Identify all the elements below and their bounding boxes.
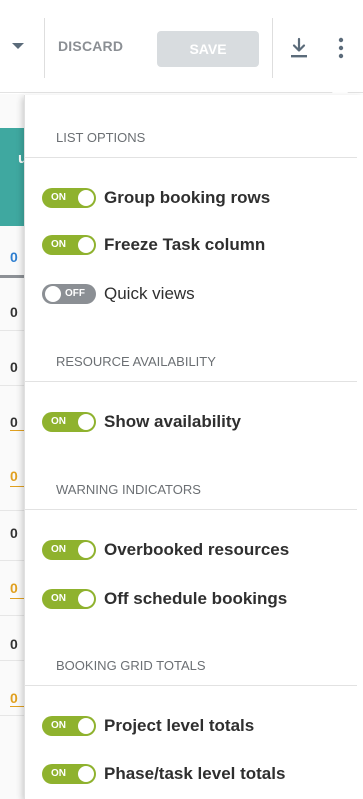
toggle-knob [78,766,94,782]
toggle-state-label: OFF [65,288,85,299]
toggle-knob [78,190,94,206]
grid-row-divider [0,385,24,386]
section-title-list-options: LIST OPTIONS [56,130,146,145]
option-label: Project level totals [104,716,255,735]
grid-row-divider [0,615,24,616]
kebab-vertical-icon[interactable] [331,36,351,60]
grid-row-divider [0,510,24,511]
section-title-resource-availability: RESOURCE AVAILABILITY [56,354,216,369]
chevron-down-icon[interactable] [12,43,24,49]
grid-cell-fragment: 0 [10,359,18,375]
dropdown-pointer [330,84,350,95]
download-icon[interactable] [288,36,310,60]
toolbar: DISCARD SAVE [0,0,363,93]
grid-value-underline [10,430,24,431]
toggle-state-label: ON [51,239,66,250]
toggle-switch[interactable]: ON [42,540,96,560]
toggle-knob [78,542,94,558]
option-overbooked-resources[interactable]: ON Overbooked resources [42,538,289,562]
grid-row-divider [0,275,24,278]
toggle-knob [78,718,94,734]
option-off-schedule-bookings[interactable]: ON Off schedule bookings [42,587,287,611]
option-project-level-totals[interactable]: ON Project level totals [42,714,254,738]
option-freeze-task-column[interactable]: ON Freeze Task column [42,233,265,257]
toggle-state-label: ON [51,416,66,427]
option-label: Group booking rows [104,188,271,207]
grid-value-underline [10,706,24,707]
section-divider [24,381,357,382]
toggle-switch[interactable]: OFF [42,284,96,304]
option-quick-views[interactable]: OFF Quick views [42,282,195,306]
grid-cell-fragment: 0 [10,468,18,484]
toggle-knob [78,591,94,607]
option-label: Freeze Task column [104,235,266,254]
section-title-warning-indicators: WARNING INDICATORS [56,482,201,497]
section-divider [24,685,357,686]
toggle-state-label: ON [51,593,66,604]
grid-row-divider [0,660,24,661]
grid-cell-fragment: 0 [10,249,18,265]
grid-cell-fragment: 0 [10,304,18,320]
toggle-switch[interactable]: ON [42,188,96,208]
option-label: Show availability [104,412,241,431]
grid-cell-fragment: 0 [10,580,18,596]
section-divider [24,509,357,510]
grid-value-underline [10,598,24,599]
grid-header-cell [0,128,24,226]
toggle-state-label: ON [51,720,66,731]
grid-value-underline [10,486,24,487]
toolbar-divider [272,18,273,78]
grid-cell-fragment: 0 [10,414,18,430]
save-button[interactable]: SAVE [157,31,259,67]
toolbar-divider [44,18,45,78]
toggle-knob [78,414,94,430]
option-group-booking-rows[interactable]: ON Group booking rows [42,186,270,210]
grid-cell-fragment: 0 [10,525,18,541]
toggle-switch[interactable]: ON [42,764,96,784]
option-phase-task-level-totals[interactable]: ON Phase/task level totals [42,762,285,786]
toggle-state-label: ON [51,192,66,203]
toggle-switch[interactable]: ON [42,589,96,609]
option-label: Phase/task level totals [104,764,286,783]
toggle-knob [45,286,61,302]
toggle-state-label: ON [51,768,66,779]
option-label: Off schedule bookings [104,589,288,608]
grid-row-divider [0,560,24,561]
toggle-knob [78,237,94,253]
grid-cell-fragment: 0 [10,690,18,706]
toggle-switch[interactable]: ON [42,412,96,432]
grid-row-divider [0,715,24,716]
section-divider [24,157,357,158]
toggle-switch[interactable]: ON [42,235,96,255]
discard-button[interactable]: DISCARD [58,38,123,54]
option-show-availability[interactable]: ON Show availability [42,410,241,434]
option-label: Quick views [104,284,195,303]
section-title-booking-grid-totals: BOOKING GRID TOTALS [56,658,206,673]
toggle-state-label: ON [51,544,66,555]
option-label: Overbooked resources [104,540,290,559]
grid-cell-fragment: 0 [10,636,18,652]
grid-row-divider [0,330,24,331]
toggle-switch[interactable]: ON [42,716,96,736]
